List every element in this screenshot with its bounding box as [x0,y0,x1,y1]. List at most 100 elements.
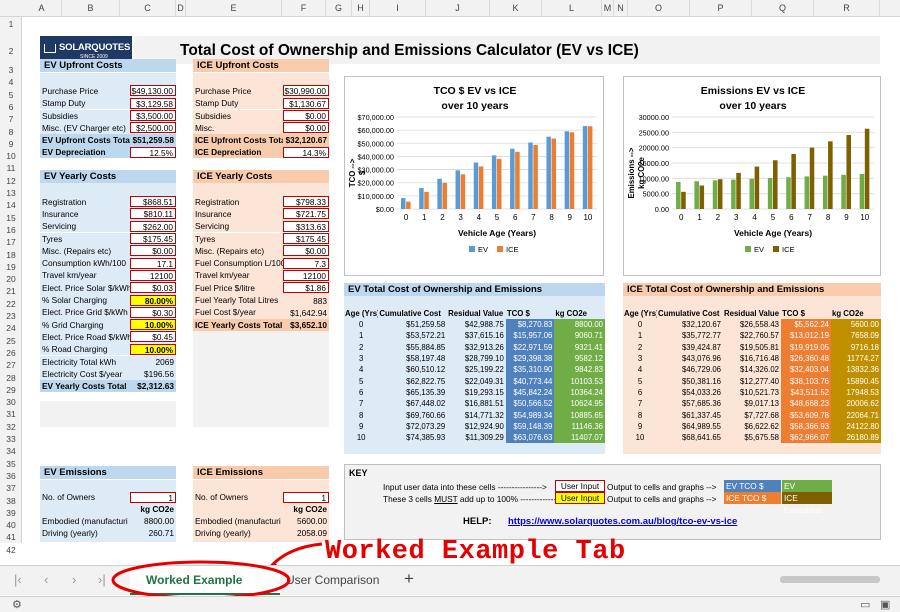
prev-sheet-icon[interactable]: ‹ [44,572,48,587]
ice-yearly-value[interactable]: $0.00 [283,245,329,257]
ice-yearly-value[interactable]: $313.63 [283,220,329,232]
row-header-cell[interactable]: 15 [0,213,22,223]
ev-yearly-value[interactable]: $0.45 [130,331,176,343]
column-header-cell[interactable]: A [22,0,62,17]
emissions-chart[interactable]: Emissions EV vs ICE over 10 years 0.00 5000… [623,76,881,276]
row-header-cell[interactable]: 38 [0,496,22,506]
row-header-cell[interactable]: 37 [0,483,22,493]
column-header-cell[interactable]: H [352,0,370,17]
help-link[interactable]: https://www.solarquotes.com.au/blog/tco-… [508,516,737,527]
ev-upfront-value[interactable]: $3,500.00 [130,110,176,121]
ev-yearly-value[interactable]: $0.30 [130,306,176,318]
row-header-cell[interactable]: 11 [0,163,22,173]
column-header-cell[interactable]: P [690,0,752,17]
row-header-cell[interactable]: 27 [0,360,22,370]
ice-depreciation-value[interactable]: 14.3% [283,146,329,158]
row-header-cell[interactable]: 26 [0,348,22,358]
column-header-cell[interactable]: B [62,0,120,17]
page-view-icon[interactable]: ▭ [860,598,870,611]
row-header-cell[interactable]: 1 [0,19,22,29]
row-header-cell[interactable]: 36 [0,471,22,481]
ev-yearly-value[interactable]: 10.00% [130,343,176,355]
ev-yearly-value[interactable]: $262.00 [130,220,176,232]
add-sheet-button[interactable]: + [404,569,414,589]
column-header-cell[interactable]: M [602,0,614,17]
ice-yearly-value[interactable]: 7.3 [283,257,329,269]
column-header-cell[interactable]: G [326,0,352,17]
row-header-cell[interactable]: 22 [0,299,22,309]
row-header-cell[interactable]: 18 [0,250,22,260]
row-header-cell[interactable]: 25 [0,336,22,346]
row-header-cell[interactable]: 41 [0,532,22,542]
ice-upfront-value[interactable]: $0.00 [283,122,329,134]
first-sheet-icon[interactable]: |‹ [14,572,22,587]
ev-yearly-value[interactable]: $0.00 [130,245,176,257]
ice-yearly-value[interactable]: $1.86 [283,282,329,294]
hscroll-bar[interactable] [780,576,880,583]
row-header-cell[interactable]: 19 [0,262,22,272]
ev-upfront-value[interactable]: $2,500.00 [130,122,176,134]
ev-yearly-value[interactable]: 17.1 [130,257,176,269]
ev-yearly-value[interactable]: 80.00% [130,294,176,306]
column-header-cell[interactable]: Q [752,0,814,17]
column-header-cell[interactable]: E [186,0,282,17]
row-header-cell[interactable]: 14 [0,200,22,210]
row-header-cell[interactable]: 12 [0,176,22,186]
ev-yearly-value[interactable]: $810.11 [130,208,176,220]
ice-yearly-value[interactable]: $175.45 [283,233,329,244]
ice-yearly-value[interactable]: $721.75 [283,208,329,220]
column-header-cell[interactable]: K [490,0,542,17]
row-header-cell[interactable]: 7 [0,114,22,124]
row-header-cell[interactable]: 32 [0,422,22,432]
row-header-cell[interactable]: 13 [0,188,22,198]
row-header-cell[interactable]: 39 [0,508,22,518]
ice-upfront-value[interactable]: $0.00 [283,110,329,121]
row-header-cell[interactable]: 35 [0,459,22,469]
ev-yearly-value[interactable]: 12100 [130,269,176,281]
ev-upfront-value[interactable]: $3,129.58 [130,97,176,109]
row-header-cell[interactable]: 5 [0,90,22,100]
column-header-cell[interactable]: R [814,0,880,17]
row-header-cell[interactable]: 3 [0,65,22,75]
row-header-cell[interactable]: 29 [0,385,22,395]
row-header-cell[interactable]: 24 [0,323,22,333]
accessibility-icon[interactable]: ⚙ [12,598,22,611]
row-header-cell[interactable]: 23 [0,311,22,321]
ice-upfront-value[interactable]: $1,130.67 [283,97,329,109]
ice-upfront-value[interactable]: $30,990.00 [283,85,329,97]
row-header-cell[interactable]: 21 [0,286,22,296]
ev-yearly-value[interactable]: $868.51 [130,196,176,208]
row-header-cell[interactable]: 4 [0,77,22,87]
zoom-icon[interactable]: ▣ [880,598,890,611]
row-header-cell[interactable]: 6 [0,102,22,112]
row-header-cell[interactable]: 40 [0,520,22,530]
ev-emissions-owners-value[interactable]: 1 [130,491,176,503]
row-header-cell[interactable]: 9 [0,139,22,149]
column-header-cell[interactable]: I [370,0,426,17]
column-header-cell[interactable]: O [628,0,690,17]
column-header-cell[interactable]: L [542,0,602,17]
ev-yearly-value[interactable]: $0.03 [130,282,176,294]
ice-emissions-owners-value[interactable]: 1 [283,491,329,503]
ev-upfront-value[interactable]: $49,130.00 [130,85,176,97]
ev-yearly-value[interactable]: 10.00% [130,319,176,331]
row-header-cell[interactable]: 8 [0,127,22,137]
row-header-cell[interactable]: 17 [0,237,22,247]
row-header-cell[interactable]: 30 [0,397,22,407]
row-header-cell[interactable]: 31 [0,409,22,419]
column-header-cell[interactable]: C [120,0,176,17]
row-header-cell[interactable]: 10 [0,151,22,161]
tco-chart[interactable]: TCO $ EV vs ICE over 10 years $0.00 $10,000… [344,76,604,276]
column-header-cell[interactable]: J [426,0,490,17]
tab-user-comparison[interactable]: User Comparison [282,566,402,595]
row-header-cell[interactable]: 33 [0,434,22,444]
row-header-cell[interactable]: 16 [0,225,22,235]
ice-yearly-value[interactable]: 12100 [283,269,329,281]
last-sheet-icon[interactable]: ›| [98,572,106,587]
column-header-cell[interactable]: N [614,0,628,17]
column-header-cell[interactable]: D [176,0,186,17]
row-header-cell[interactable]: 42 [0,545,22,555]
row-header-cell[interactable]: 28 [0,373,22,383]
column-header-cell[interactable]: F [282,0,326,17]
ice-yearly-value[interactable]: $798.33 [283,196,329,208]
